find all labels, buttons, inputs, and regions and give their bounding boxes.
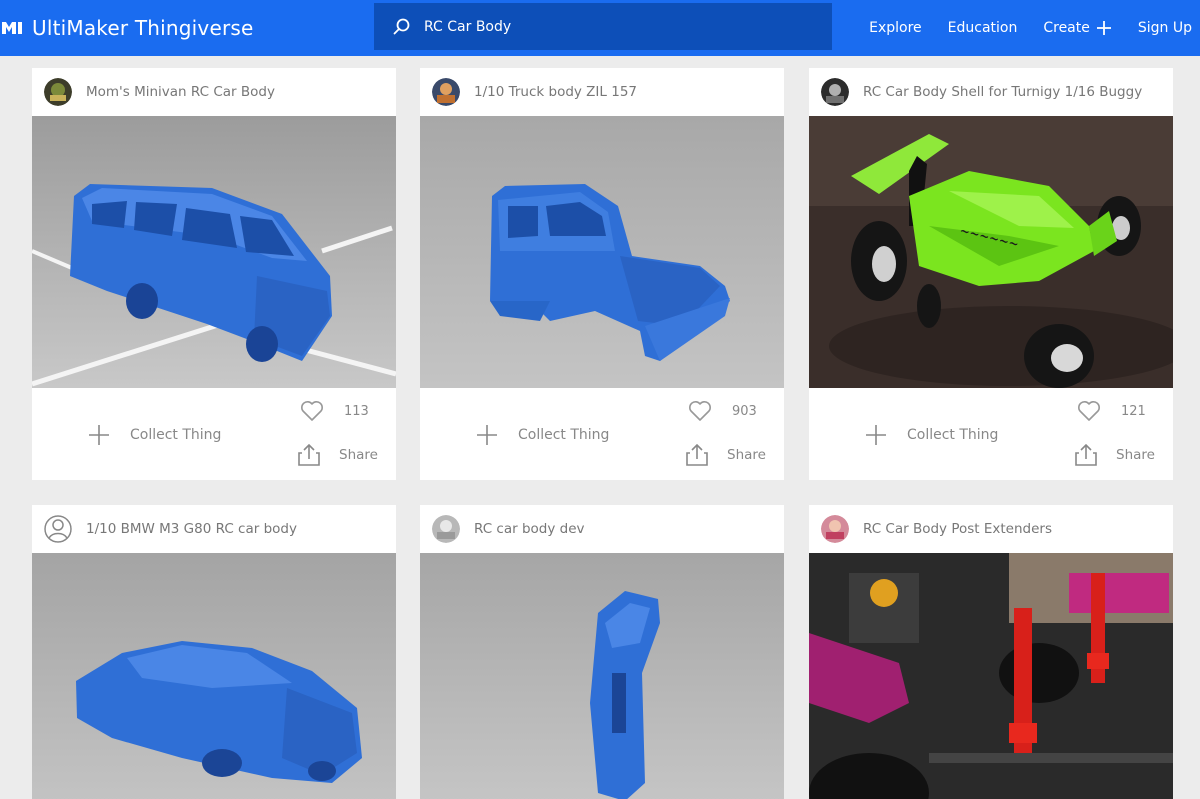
brand-logo[interactable]: UltiMaker Thingiverse xyxy=(0,0,254,56)
card-actions: Collect Thing 903 Share xyxy=(420,388,784,480)
thing-thumbnail[interactable] xyxy=(809,553,1173,799)
like-button[interactable]: 121 xyxy=(1077,400,1147,422)
main-nav: Explore Education Create Sign Up xyxy=(843,0,1192,56)
share-label: Share xyxy=(727,447,766,463)
card-actions: Collect Thing 121 Share xyxy=(809,388,1173,480)
thing-thumbnail[interactable] xyxy=(420,553,784,799)
ultimaker-logo-icon xyxy=(2,22,22,34)
share-button[interactable]: Share xyxy=(297,444,378,466)
thing-title[interactable]: Mom's Minivan RC Car Body xyxy=(86,84,275,100)
bmw-model-image xyxy=(32,553,396,799)
collect-thing-label: Collect Thing xyxy=(518,427,610,443)
nav-education[interactable]: Education xyxy=(948,20,1018,36)
nav-create[interactable]: Create xyxy=(1043,20,1112,36)
nav-explore-label: Explore xyxy=(869,20,922,36)
card-header[interactable]: Mom's Minivan RC Car Body xyxy=(32,68,396,116)
search-icon xyxy=(393,18,410,34)
avatar[interactable] xyxy=(821,515,849,543)
share-icon xyxy=(298,444,320,466)
share-icon xyxy=(686,444,708,466)
avatar[interactable] xyxy=(44,78,72,106)
card-actions: Collect Thing 113 Share xyxy=(32,388,396,480)
thing-title[interactable]: 1/10 BMW M3 G80 RC car body xyxy=(86,521,297,537)
like-count: 113 xyxy=(344,403,369,419)
minivan-model-image xyxy=(32,116,396,388)
default-avatar-icon[interactable] xyxy=(44,515,72,543)
thing-thumbnail[interactable]: ~~~~~~ xyxy=(809,116,1173,388)
share-button[interactable]: Share xyxy=(685,444,766,466)
avatar[interactable] xyxy=(821,78,849,106)
like-button[interactable]: 113 xyxy=(300,400,370,422)
nav-explore[interactable]: Explore xyxy=(869,20,922,36)
card-header[interactable]: RC car body dev xyxy=(420,505,784,553)
card-header[interactable]: RC Car Body Post Extenders xyxy=(809,505,1173,553)
share-icon xyxy=(1075,444,1097,466)
collect-thing-button[interactable]: Collect Thing xyxy=(88,424,221,446)
thing-card: 1/10 BMW M3 G80 RC car body xyxy=(32,505,396,799)
share-label: Share xyxy=(339,447,378,463)
share-label: Share xyxy=(1116,447,1155,463)
plus-icon xyxy=(477,425,497,445)
card-header[interactable]: 1/10 BMW M3 G80 RC car body xyxy=(32,505,396,553)
nav-sign-up[interactable]: Sign Up xyxy=(1138,20,1192,36)
heart-icon xyxy=(689,401,711,421)
post-extenders-photo-image xyxy=(809,553,1173,799)
car-body-dev-model-image xyxy=(420,553,784,799)
top-navbar: UltiMaker Thingiverse Explore Education … xyxy=(0,0,1200,56)
thing-thumbnail[interactable] xyxy=(420,116,784,388)
like-count: 121 xyxy=(1121,403,1146,419)
thing-thumbnail[interactable] xyxy=(32,116,396,388)
truck-model-image xyxy=(420,116,784,388)
thing-thumbnail[interactable] xyxy=(32,553,396,799)
nav-sign-up-label: Sign Up xyxy=(1137,20,1192,36)
collect-thing-button[interactable]: Collect Thing xyxy=(865,424,998,446)
thing-card: 1/10 Truck body ZIL 157 Collect Thing 90… xyxy=(420,68,784,480)
like-count: 903 xyxy=(732,403,757,419)
thing-title[interactable]: RC car body dev xyxy=(474,521,585,537)
card-header[interactable]: RC Car Body Shell for Turnigy 1/16 Buggy xyxy=(809,68,1173,116)
collect-thing-label: Collect Thing xyxy=(907,427,999,443)
like-button[interactable]: 903 xyxy=(688,400,758,422)
nav-education-label: Education xyxy=(947,20,1018,36)
thing-title[interactable]: RC Car Body Shell for Turnigy 1/16 Buggy xyxy=(863,84,1142,100)
brand-name: UltiMaker Thingiverse xyxy=(32,16,254,40)
thing-title[interactable]: RC Car Body Post Extenders xyxy=(863,521,1052,537)
collect-thing-button[interactable]: Collect Thing xyxy=(476,424,609,446)
heart-icon xyxy=(301,401,323,421)
thing-card: Mom's Minivan RC Car Body Collect Thing … xyxy=(32,68,396,480)
nav-create-label: Create xyxy=(1043,20,1090,36)
card-header[interactable]: 1/10 Truck body ZIL 157 xyxy=(420,68,784,116)
plus-icon xyxy=(1096,21,1111,35)
thing-card: RC car body dev xyxy=(420,505,784,799)
thing-card: RC Car Body Post Extenders xyxy=(809,505,1173,799)
buggy-photo-image: ~~~~~~ xyxy=(809,116,1173,388)
heart-icon xyxy=(1078,401,1100,421)
search-bar[interactable] xyxy=(374,3,832,50)
thing-card: RC Car Body Shell for Turnigy 1/16 Buggy… xyxy=(809,68,1173,480)
thing-title[interactable]: 1/10 Truck body ZIL 157 xyxy=(474,84,637,100)
collect-thing-label: Collect Thing xyxy=(130,427,222,443)
plus-icon xyxy=(89,425,109,445)
plus-icon xyxy=(866,425,886,445)
search-input[interactable] xyxy=(424,18,804,35)
avatar[interactable] xyxy=(432,515,460,543)
avatar[interactable] xyxy=(432,78,460,106)
share-button[interactable]: Share xyxy=(1074,444,1155,466)
